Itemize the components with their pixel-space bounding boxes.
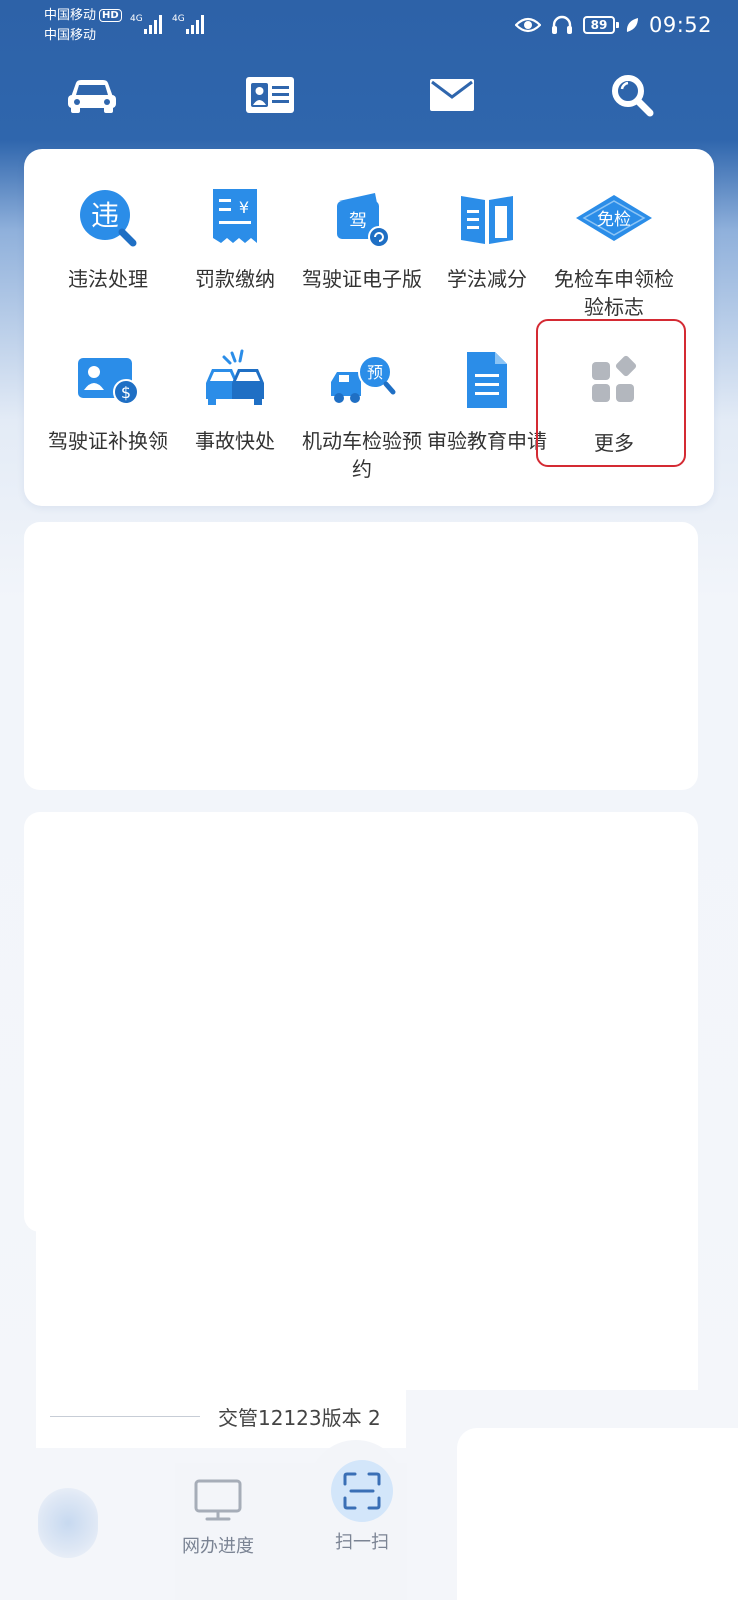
eye-icon: [514, 17, 541, 33]
violation-icon: 违: [80, 190, 137, 247]
accident-icon: [206, 349, 264, 405]
exempt-inspection-icon: 免检: [576, 195, 652, 241]
inspection-booking-icon: 预: [331, 355, 396, 403]
scan-icon: [343, 1472, 381, 1510]
content-card-3: [36, 1180, 698, 1390]
service-label: 驾驶证补换领: [48, 429, 168, 453]
service-review-education[interactable]: 审验教育申请: [423, 345, 551, 455]
fine-receipt-icon: ¥: [213, 189, 257, 243]
service-label: 罚款缴纳: [195, 267, 275, 291]
service-label: 违法处理: [68, 267, 148, 291]
booking-glyph: 预: [367, 363, 383, 382]
e-license-icon: 驾: [337, 193, 390, 248]
version-footer: 交管12123版本 2: [36, 1384, 406, 1448]
service-e-license[interactable]: 驾 驾驶证电子版: [298, 183, 426, 293]
content-card-1: [24, 522, 698, 790]
nav-search-button[interactable]: [600, 72, 664, 118]
services-card: 违 违法处理 ¥ 罚款缴纳 驾 驾驶证电子版 学法减分 免检 免检车申领检验标志…: [24, 149, 714, 506]
study-book-icon: [461, 196, 513, 244]
nav-license-button[interactable]: [238, 72, 302, 118]
document-icon: [467, 352, 507, 408]
blurred-avatar: [38, 1488, 98, 1558]
battery-indicator: 89: [582, 16, 619, 34]
corner-overlay-card: [457, 1428, 738, 1600]
content-card-2: [24, 812, 698, 1232]
network-type-2: 4G: [172, 14, 185, 24]
service-label: 驾驶证电子版: [302, 267, 422, 291]
service-inspection-booking[interactable]: 预 机动车检验预约: [298, 345, 426, 483]
service-exempt-inspection[interactable]: 免检 免检车申领检验标志: [550, 183, 678, 321]
violation-glyph: 违: [91, 199, 119, 232]
status-right: 89 09:52: [514, 8, 712, 42]
signal-icon-1: 4G: [130, 14, 162, 34]
service-fine-payment[interactable]: ¥ 罚款缴纳: [171, 183, 299, 293]
headphones-icon: [551, 15, 572, 34]
service-label: 机动车检验预约: [302, 429, 422, 481]
yen-glyph: ¥: [239, 198, 249, 217]
exempt-glyph: 免检: [597, 210, 631, 230]
carrier-info: 中国移动 HD 中国移动: [44, 6, 122, 46]
nav-vehicle-button[interactable]: [60, 72, 124, 118]
scan-button[interactable]: [331, 1460, 393, 1522]
status-bar: 中国移动 HD 中国移动 4G 4G 89 09:52: [0, 0, 738, 52]
monitor-icon: [194, 1479, 242, 1521]
hd-badge: HD: [99, 9, 122, 22]
search-icon: [612, 75, 654, 117]
nav-message-button[interactable]: [420, 72, 484, 118]
top-nav: [0, 60, 738, 140]
license-reissue-icon: $: [78, 358, 139, 405]
id-card-icon: [246, 77, 294, 113]
tab-progress[interactable]: 网办进度: [176, 1478, 260, 1558]
clock: 09:52: [648, 13, 712, 37]
tab-scan[interactable]: 扫一扫: [322, 1460, 402, 1554]
service-label: 免检车申领检验标志: [554, 267, 674, 319]
service-license-reissue[interactable]: $ 驾驶证补换领: [44, 345, 172, 455]
network-type-1: 4G: [130, 14, 143, 24]
carrier-2: 中国移动: [44, 28, 97, 43]
mail-icon: [430, 79, 474, 111]
license-glyph: 驾: [349, 211, 367, 232]
tab-label: 扫一扫: [335, 1532, 389, 1553]
service-label: 学法减分: [447, 267, 527, 291]
service-violation[interactable]: 违 违法处理: [44, 183, 172, 293]
leaf-icon: [626, 18, 638, 32]
tab-label: 网办进度: [182, 1536, 254, 1557]
carrier-1: 中国移动: [44, 8, 97, 23]
service-accident[interactable]: 事故快处: [171, 345, 299, 455]
service-label: 事故快处: [195, 429, 275, 453]
signal-icon-2: 4G: [172, 14, 204, 34]
car-icon: [68, 80, 116, 113]
service-label: 审验教育申请: [427, 429, 547, 453]
divider: [50, 1416, 200, 1417]
svg-text:$: $: [121, 383, 131, 402]
highlight-annotation: [536, 319, 686, 467]
service-study-reduce-points[interactable]: 学法减分: [423, 183, 551, 293]
version-text: 交管12123版本 2: [218, 1406, 381, 1430]
